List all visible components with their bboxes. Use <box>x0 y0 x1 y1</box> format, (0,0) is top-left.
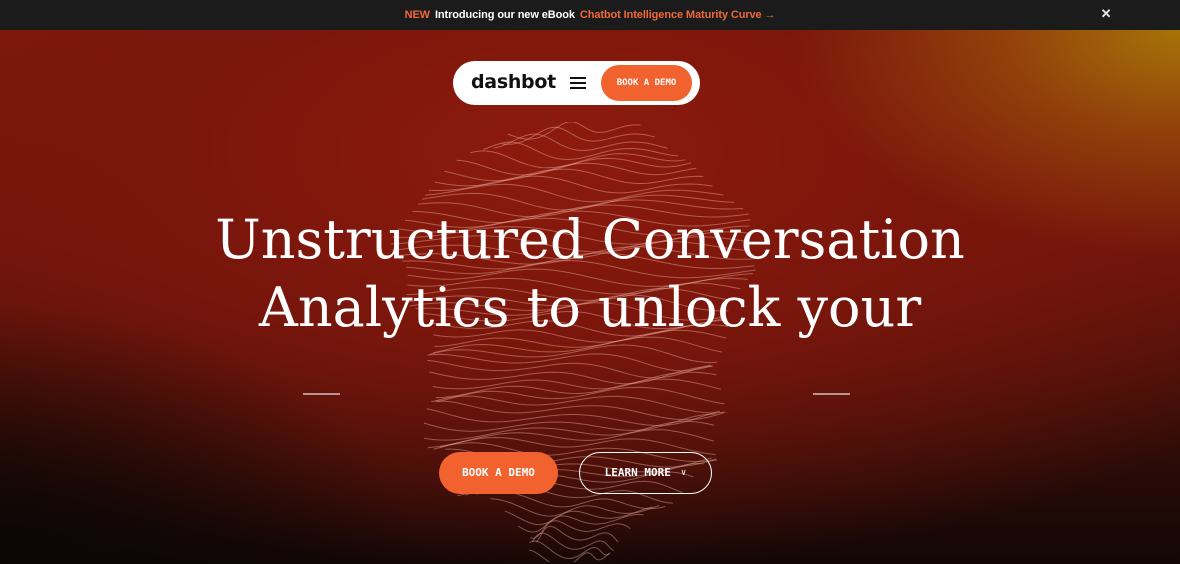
ebook-link[interactable]: Chatbot Intelligence Maturity Curve → <box>580 9 776 21</box>
sculpture-line <box>531 532 615 551</box>
sculpture-line <box>529 549 610 562</box>
sculpture-illustration <box>390 122 756 562</box>
hero-headline: Unstructured Conversation Analytics to u… <box>190 206 990 342</box>
sculpture-line <box>470 150 686 169</box>
hero-section: dashbot BOOK A DEMO Unstructured Convers… <box>0 30 1180 564</box>
sculpture-line <box>536 525 619 543</box>
announcement-bar: NEW Introducing our new eBook Chatbot In… <box>0 0 1180 30</box>
decorative-divider-right <box>813 393 850 395</box>
close-icon[interactable]: ✕ <box>1098 6 1114 22</box>
learn-more-label: LEARN MORE <box>604 466 671 479</box>
sculpture-line <box>507 122 641 140</box>
sculpture-line <box>429 365 713 385</box>
dashbot-logo[interactable]: dashbot <box>471 71 556 93</box>
chevron-down-icon: ∨ <box>680 468 687 478</box>
sculpture-line <box>436 386 725 405</box>
announcement-text: Introducing our new eBook <box>434 9 575 21</box>
sculpture-line <box>517 514 644 533</box>
book-demo-button[interactable]: BOOK A DEMO <box>439 452 558 494</box>
nav-book-demo-button[interactable]: BOOK A DEMO <box>601 65 692 101</box>
new-badge: NEW <box>404 9 430 21</box>
navigation-pill: dashbot BOOK A DEMO <box>453 61 700 105</box>
headline-line-1: Unstructured Conversation <box>215 208 965 271</box>
hamburger-menu-icon[interactable] <box>570 77 586 89</box>
sculpture-line <box>435 378 722 399</box>
sculpture-line <box>434 168 704 187</box>
sculpture-line <box>432 371 717 390</box>
sculpture-line <box>434 395 726 414</box>
sculpture-line <box>456 157 692 176</box>
decorative-divider-left <box>303 393 340 395</box>
learn-more-button[interactable]: LEARN MORE ∨ <box>579 452 712 494</box>
sculpture-line <box>529 540 611 560</box>
sculpture-line <box>490 498 660 517</box>
headline-line-2: Analytics to unlock your <box>258 276 922 339</box>
sculpture-line <box>431 400 724 421</box>
